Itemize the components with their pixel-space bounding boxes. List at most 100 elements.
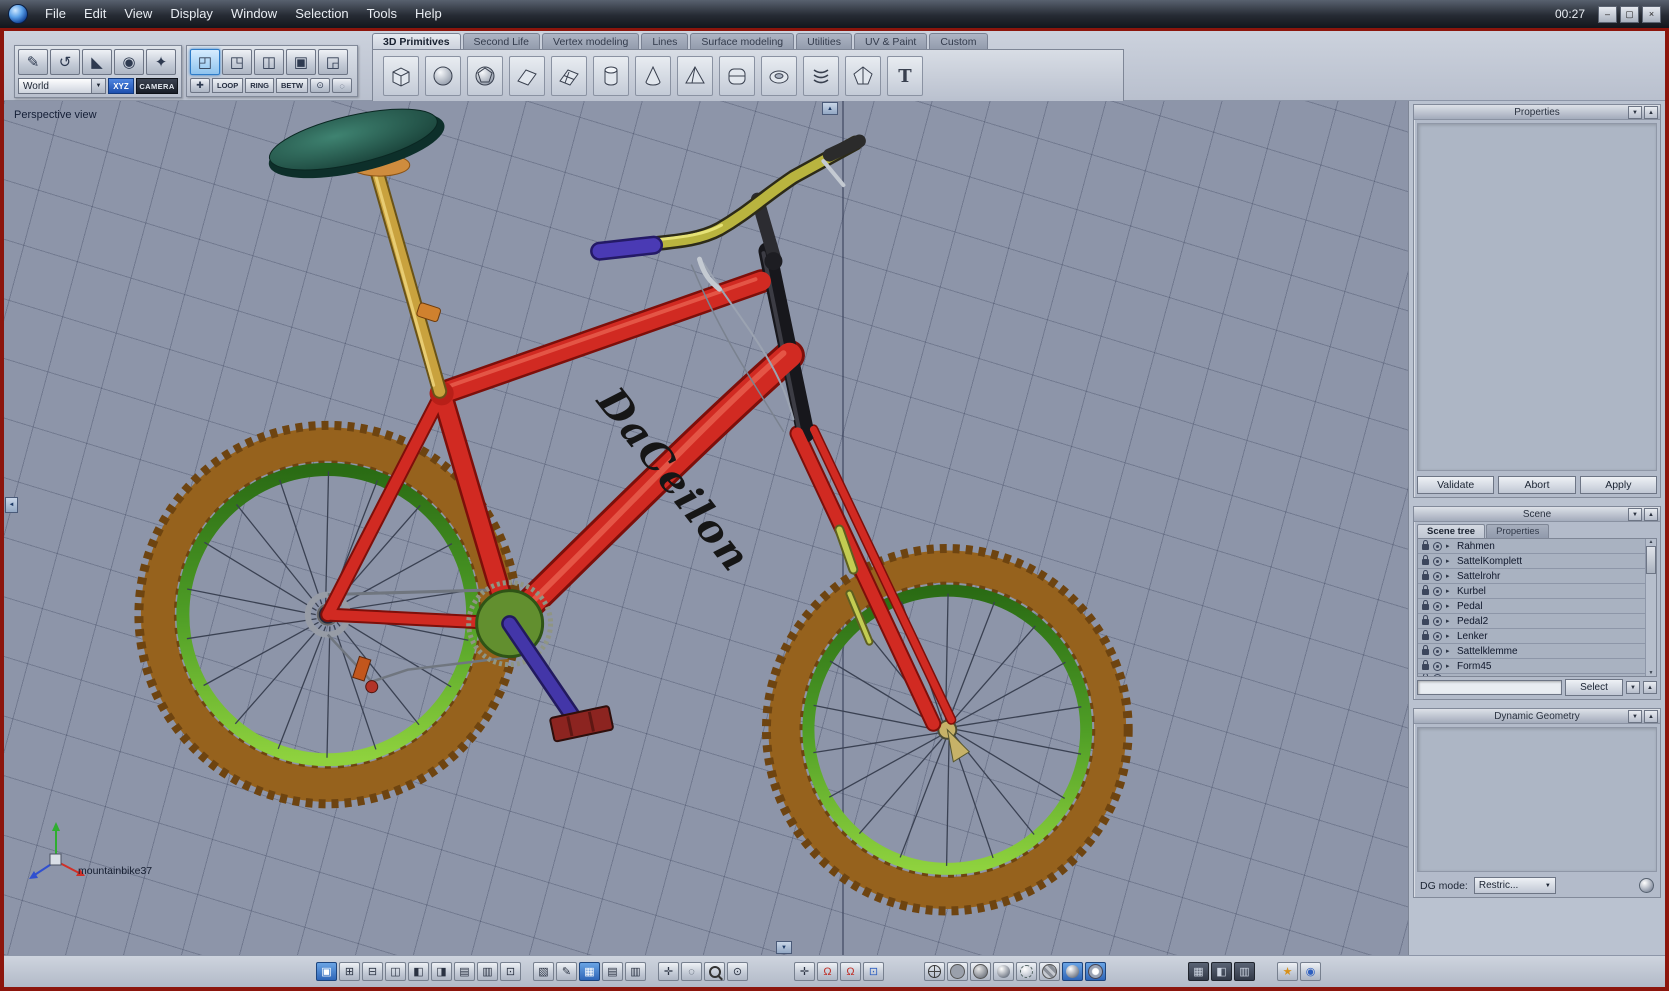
uv-editor-icon[interactable]: ▧	[533, 962, 554, 981]
menu-display[interactable]: Display	[161, 0, 222, 28]
expander-icon[interactable]: ▸	[1446, 557, 1453, 565]
expander-icon[interactable]: ▸	[1446, 647, 1453, 655]
visibility-eye-icon[interactable]	[1433, 616, 1442, 626]
spreadsheet2-icon[interactable]: ▥	[625, 962, 646, 981]
primitive-cube-icon[interactable]	[383, 56, 419, 96]
expander-icon[interactable]: ▸	[1446, 662, 1453, 670]
lock-icon[interactable]	[1422, 570, 1429, 580]
primitive-cylinder-icon[interactable]	[593, 56, 629, 96]
lock-icon[interactable]	[1422, 585, 1429, 595]
layout-left-split-icon[interactable]: ◧	[408, 962, 429, 981]
layout-three-cols-icon[interactable]: ▥	[477, 962, 498, 981]
panel-collapse-icon[interactable]: ▼	[1628, 106, 1642, 119]
scene-spin-up-icon[interactable]: ▲	[1643, 681, 1657, 694]
layout-four-view-icon[interactable]: ⊞	[339, 962, 360, 981]
panel-expand-icon[interactable]: ▲	[1644, 710, 1658, 723]
wireframe-ball-icon[interactable]	[924, 962, 945, 981]
manipulator-icon[interactable]: ⊡	[863, 962, 884, 981]
orb-tool-icon[interactable]: ◉	[114, 49, 144, 75]
smooth-ball-icon[interactable]	[993, 962, 1014, 981]
layout-three-rows-icon[interactable]: ▤	[454, 962, 475, 981]
layout-two-rows-icon[interactable]: ⊟	[362, 962, 383, 981]
tab-lines[interactable]: Lines	[641, 33, 689, 49]
primitive-torus-icon[interactable]	[761, 56, 797, 96]
menu-view[interactable]: View	[115, 0, 161, 28]
scene-item-sattelklemme[interactable]: ▸ Sattelklemme	[1418, 644, 1645, 659]
magnet-snap-icon[interactable]: Ω	[817, 962, 838, 981]
shaded-ball-icon[interactable]	[970, 962, 991, 981]
scene-item-form45[interactable]: ▸ Form45	[1418, 659, 1645, 674]
layout-inset-view-icon[interactable]: ⊡	[500, 962, 521, 981]
scene-item-sattelrohr[interactable]: ▸ Sattelrohr	[1418, 569, 1645, 584]
lock-icon[interactable]	[1423, 674, 1428, 676]
render-icon[interactable]: ★	[1277, 962, 1298, 981]
axis-snap-icon[interactable]: ✛	[794, 962, 815, 981]
scene-search-input[interactable]	[1417, 680, 1562, 695]
layout-right-split-icon[interactable]: ◨	[431, 962, 452, 981]
visibility-eye-icon[interactable]	[1433, 661, 1442, 671]
visibility-eye-icon[interactable]	[1433, 601, 1442, 611]
world-space-select[interactable]: World ▼	[18, 78, 106, 94]
scene-spin-down-icon[interactable]: ▼	[1626, 681, 1640, 694]
pencil-tool-icon[interactable]: ✎	[18, 49, 48, 75]
expander-icon[interactable]: ▸	[1446, 587, 1453, 595]
primitive-geodesic-sphere-icon[interactable]	[467, 56, 503, 96]
scene-item-lenker[interactable]: ▸ Lenker	[1418, 629, 1645, 644]
visibility-eye-icon[interactable]	[1433, 631, 1442, 641]
menu-edit[interactable]: Edit	[75, 0, 115, 28]
undo-tool-icon[interactable]: ↺	[50, 49, 80, 75]
visibility-eye-icon[interactable]	[1433, 541, 1442, 551]
expander-icon[interactable]: ▸	[1446, 542, 1453, 550]
apply-button[interactable]: Apply	[1579, 476, 1657, 494]
scene-item-kurbel[interactable]: ▸ Kurbel	[1418, 584, 1645, 599]
primitive-platonic-icon[interactable]	[845, 56, 881, 96]
lock-icon[interactable]	[1422, 630, 1429, 640]
scene-item-rahmen[interactable]: ▸ Rahmen	[1418, 539, 1645, 554]
menu-file[interactable]: File	[36, 0, 75, 28]
tab-scene-properties[interactable]: Properties	[1486, 524, 1550, 538]
zoom-icon[interactable]	[704, 962, 725, 981]
textured-ball-icon[interactable]	[1039, 962, 1060, 981]
minimize-button[interactable]: –	[1598, 5, 1617, 23]
tab-uv-paint[interactable]: UV & Paint	[853, 33, 928, 49]
validate-button[interactable]: Validate	[1417, 476, 1495, 494]
visibility-eye-icon[interactable]	[1433, 556, 1442, 566]
lock-icon[interactable]	[1422, 645, 1429, 655]
spreadsheet-icon[interactable]: ▤	[602, 962, 623, 981]
scrollbar-thumb[interactable]	[1646, 546, 1656, 574]
tab-second-life[interactable]: Second Life	[462, 33, 541, 49]
tab-utilities[interactable]: Utilities	[796, 33, 852, 49]
snap-grid-icon[interactable]: ▦	[579, 962, 600, 981]
layers-icon[interactable]: ▦	[1188, 962, 1209, 981]
tab-custom[interactable]: Custom	[929, 33, 988, 49]
camera-icon[interactable]: ◉	[1300, 962, 1321, 981]
select-edge-mode-icon[interactable]: ◫	[254, 49, 284, 75]
primitive-text-icon[interactable]: T	[887, 56, 923, 96]
flat-ball-icon[interactable]	[947, 962, 968, 981]
menu-tools[interactable]: Tools	[358, 0, 406, 28]
lamp-tool-icon[interactable]: ✦	[146, 49, 176, 75]
lock-icon[interactable]	[1422, 555, 1429, 565]
marquee-select-icon[interactable]: ◌	[681, 962, 702, 981]
panel-expand-icon[interactable]: ▲	[1644, 508, 1658, 521]
scroll-up-icon[interactable]: ▲	[1649, 539, 1654, 545]
scene-item-clipped[interactable]	[1418, 674, 1645, 676]
viewport-pan-up-button[interactable]: ▲	[822, 102, 838, 115]
visibility-eye-icon[interactable]	[1433, 646, 1442, 656]
ring-select-button[interactable]: RING	[245, 78, 275, 93]
xyz-mode-button[interactable]: XYZ	[108, 78, 134, 94]
visibility-icon[interactable]: ⊙	[727, 962, 748, 981]
chevron-down-icon[interactable]: ▼	[91, 79, 105, 93]
primitive-chamfer-cube-icon[interactable]	[719, 56, 755, 96]
scene-item-sattelkomplett[interactable]: ▸ SattelKomplett	[1418, 554, 1645, 569]
lock-icon[interactable]	[1422, 540, 1429, 550]
mirror-icon[interactable]: ◌	[332, 78, 353, 93]
app-icon[interactable]	[8, 4, 28, 24]
viewport-pan-left-button[interactable]: ◄	[5, 497, 18, 513]
dot-ball-icon[interactable]	[1085, 962, 1106, 981]
visibility-eye-icon[interactable]	[1433, 674, 1442, 676]
magnet-snap2-icon[interactable]: Ω	[840, 962, 861, 981]
select-button[interactable]: Select	[1565, 679, 1623, 696]
tab-3d-primitives[interactable]: 3D Primitives	[372, 33, 461, 49]
weld-icon[interactable]: ⊙	[310, 78, 331, 93]
